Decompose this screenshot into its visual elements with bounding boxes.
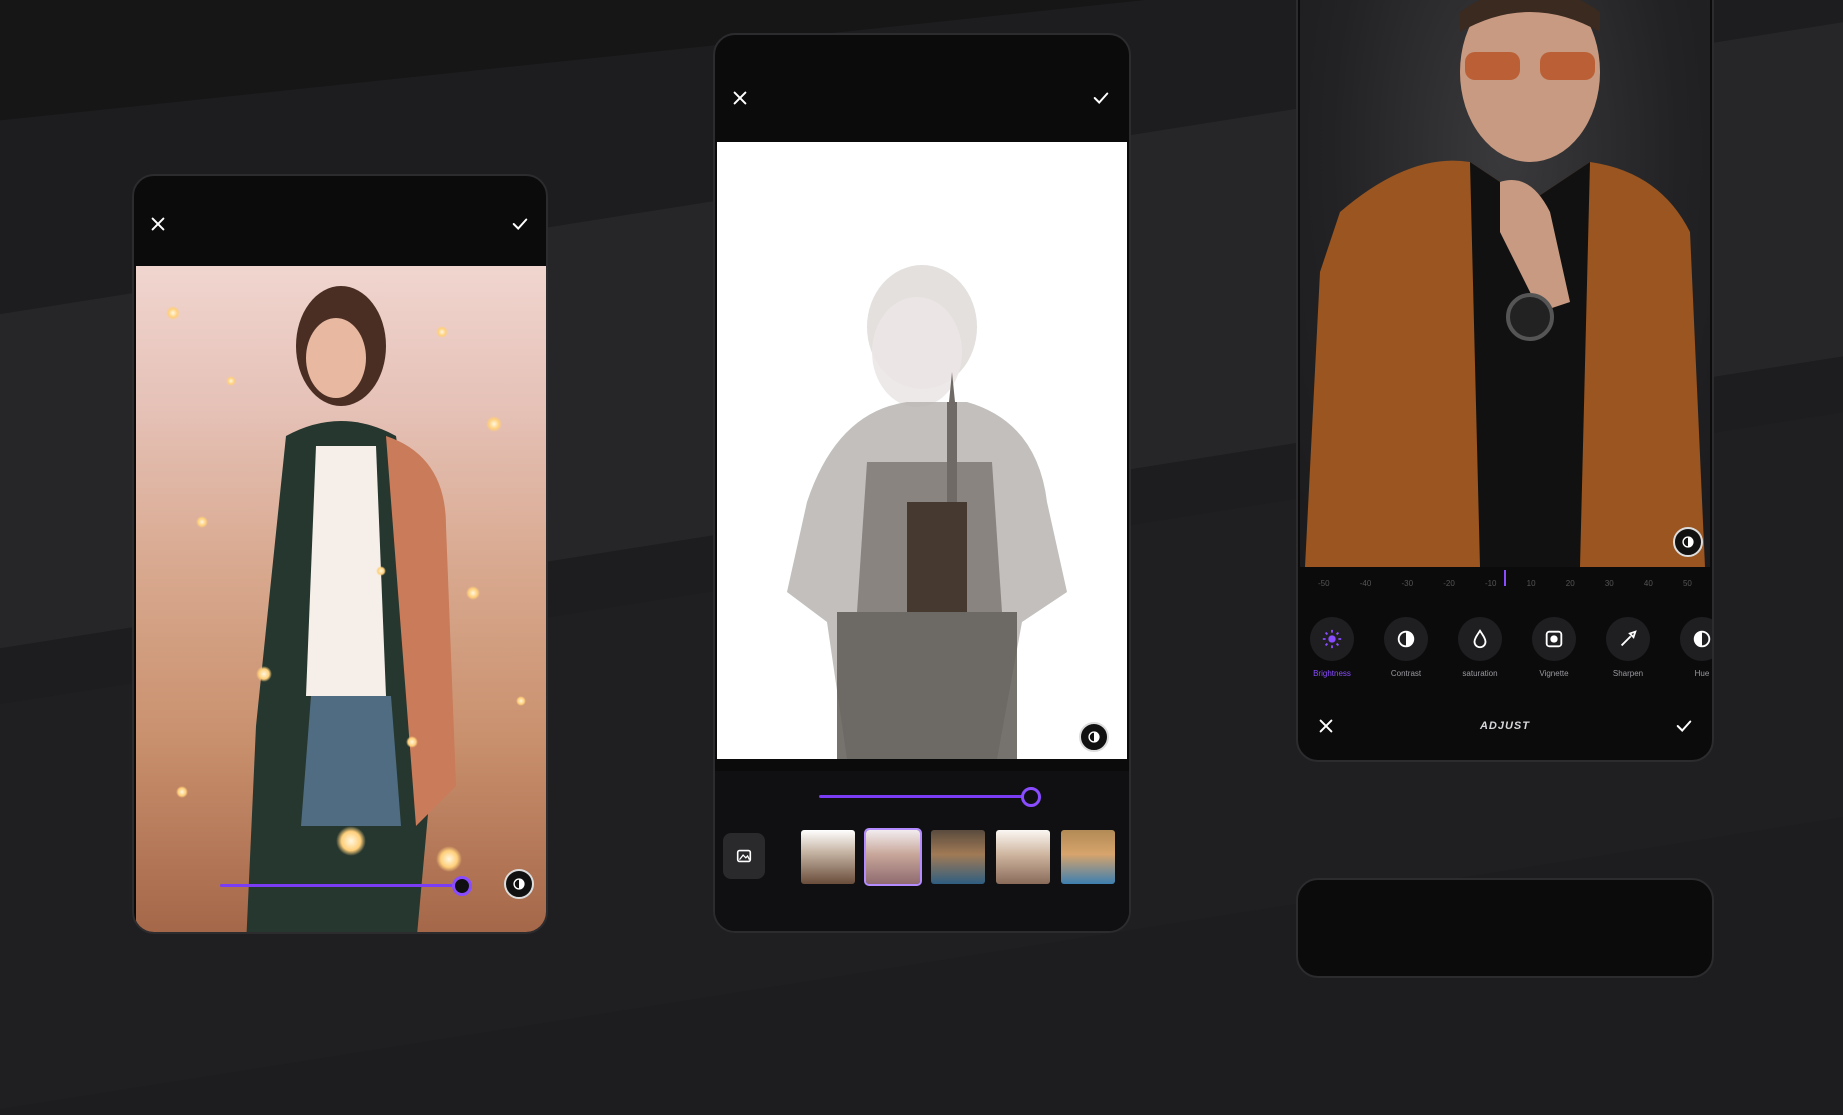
slider-thumb[interactable] [1021, 787, 1041, 807]
ruler-tick: 20 [1565, 578, 1575, 588]
effect-thumbnail-selected[interactable] [864, 828, 922, 886]
phone-bottom-partial [1296, 878, 1714, 978]
ruler-tick: -40 [1359, 578, 1372, 588]
close-icon[interactable] [144, 210, 172, 238]
tool-hue[interactable]: Hue [1676, 617, 1712, 678]
effect-thumbnails [801, 828, 1115, 886]
ruler-tick: -20 [1443, 578, 1455, 588]
vignette-icon [1545, 630, 1563, 648]
compare-icon[interactable] [1673, 527, 1703, 557]
ruler-tick: -10 [1484, 578, 1497, 588]
portrait-photo [1300, 0, 1710, 567]
tool-vignette[interactable]: Vignette [1528, 617, 1580, 678]
check-icon[interactable] [1087, 84, 1115, 112]
ruler-marker [1504, 570, 1506, 586]
tool-sharpen[interactable]: Sharpen [1602, 617, 1654, 678]
compare-icon[interactable] [504, 869, 534, 899]
hue-icon [1693, 630, 1711, 648]
ruler-tick: 10 [1526, 578, 1536, 588]
double-exposure-figure [787, 265, 1067, 759]
check-icon[interactable] [506, 210, 534, 238]
tool-contrast[interactable]: Contrast [1380, 617, 1432, 678]
phone-left [132, 174, 548, 934]
check-icon[interactable] [1670, 712, 1698, 740]
double-exposure-photo [717, 142, 1127, 759]
phone-middle [713, 33, 1131, 933]
top-bar [134, 210, 546, 258]
brightness-icon [1322, 629, 1342, 649]
effect-thumbnail[interactable] [1061, 830, 1115, 884]
tool-saturation[interactable]: saturation [1454, 617, 1506, 678]
tool-label: Brightness [1313, 669, 1351, 678]
ruler-tick: 50 [1682, 578, 1692, 588]
tool-label: Hue [1694, 669, 1710, 678]
gallery-icon[interactable] [723, 833, 765, 879]
effect-thumbnail[interactable] [996, 830, 1050, 884]
tool-label: Vignette [1539, 669, 1569, 678]
tool-label: saturation [1462, 669, 1498, 678]
tool-brightness[interactable]: Brightness [1306, 617, 1358, 678]
top-bar [715, 84, 1129, 132]
close-icon[interactable] [726, 84, 754, 112]
ruler-tick: 30 [1604, 578, 1614, 588]
man-figure [1305, 0, 1705, 567]
effect-intensity-slider[interactable] [220, 884, 456, 887]
effect-thumbnail[interactable] [801, 830, 855, 884]
compare-icon[interactable] [1079, 722, 1109, 752]
tool-label: Contrast [1390, 669, 1422, 678]
panel-title: ADJUST [1479, 720, 1530, 732]
sharpen-icon [1620, 630, 1637, 647]
tool-label: Sharpen [1612, 669, 1644, 678]
effect-intensity-slider[interactable] [819, 795, 1031, 798]
ruler-tick: -30 [1401, 578, 1414, 588]
saturation-icon [1473, 629, 1487, 649]
adjust-tools: Brightness Contrast saturation Vignette … [1306, 617, 1712, 678]
contrast-icon [1397, 630, 1415, 648]
ruler-tick: -50 [1318, 578, 1330, 588]
effect-thumbnail[interactable] [931, 830, 985, 884]
slider-thumb[interactable] [452, 876, 472, 896]
edited-photo-sparkle-overlay [136, 266, 546, 932]
phone-right: -50 -40 -30 -20 -10 10 20 30 40 50 Brigh… [1296, 0, 1714, 762]
ruler-tick: 40 [1643, 578, 1653, 588]
